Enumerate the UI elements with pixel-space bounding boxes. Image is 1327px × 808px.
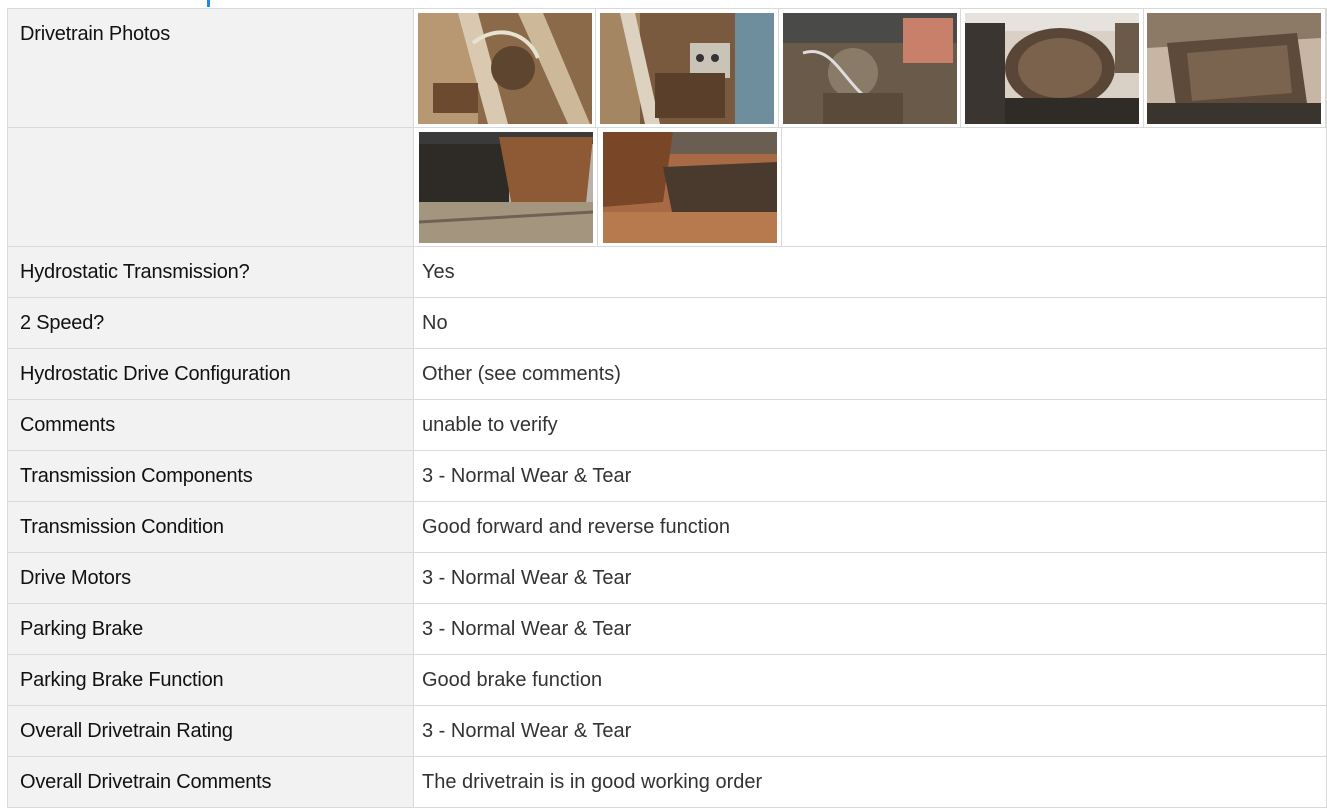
- photo-thumb-cell[interactable]: [596, 9, 779, 127]
- photo-thumb-cell[interactable]: [1144, 9, 1327, 127]
- drivetrain-table: Drivetrain Photos Hydrostatic Transmissi…: [7, 8, 1327, 808]
- row-value: 3 - Normal Wear & Tear: [413, 705, 1327, 757]
- table-row: Hydrostatic Drive Configuration Other (s…: [7, 348, 1327, 400]
- row-label: 2 Speed?: [7, 297, 414, 349]
- row-label: Transmission Components: [7, 450, 414, 502]
- drivetrain-photo-3[interactable]: [782, 12, 957, 124]
- photos-row-2: [7, 127, 1327, 247]
- row-label: Parking Brake: [7, 603, 414, 655]
- table-row: Drive Motors 3 - Normal Wear & Tear: [7, 552, 1327, 604]
- row-label: Overall Drivetrain Comments: [7, 756, 414, 808]
- row-value: 3 - Normal Wear & Tear: [413, 552, 1327, 604]
- photo-thumb-cell[interactable]: [414, 9, 597, 127]
- row-value: unable to verify: [413, 399, 1327, 451]
- row-value: Other (see comments): [413, 348, 1327, 400]
- photo-thumb-cell[interactable]: [598, 128, 782, 246]
- section-header-accent: [0, 0, 1327, 8]
- table-row: Overall Drivetrain Comments The drivetra…: [7, 756, 1327, 808]
- row-value: No: [413, 297, 1327, 349]
- table-row: Transmission Condition Good forward and …: [7, 501, 1327, 553]
- photos-row-spacer: [782, 128, 1326, 246]
- row-value: The drivetrain is in good working order: [413, 756, 1327, 808]
- drivetrain-photo-2[interactable]: [600, 12, 775, 124]
- row-value: Good forward and reverse function: [413, 501, 1327, 553]
- drivetrain-photo-7[interactable]: [602, 131, 777, 243]
- row-value: Good brake function: [413, 654, 1327, 706]
- photo-thumb-cell[interactable]: [414, 128, 598, 246]
- row-label: Transmission Condition: [7, 501, 414, 553]
- row-label: Drive Motors: [7, 552, 414, 604]
- row-value: Yes: [413, 246, 1327, 298]
- section-header-accent-bar: [207, 0, 210, 7]
- table-row: Parking Brake Function Good brake functi…: [7, 654, 1327, 706]
- row-label: Hydrostatic Drive Configuration: [7, 348, 414, 400]
- drivetrain-photo-1[interactable]: [417, 12, 592, 124]
- photos-label-empty: [7, 127, 414, 247]
- table-row: Overall Drivetrain Rating 3 - Normal Wea…: [7, 705, 1327, 757]
- table-row: Transmission Components 3 - Normal Wear …: [7, 450, 1327, 502]
- photos-cell-1: [413, 8, 1327, 128]
- photos-cell-2: [413, 127, 1327, 247]
- photo-thumb-cell[interactable]: [961, 9, 1144, 127]
- table-row: Parking Brake 3 - Normal Wear & Tear: [7, 603, 1327, 655]
- row-value: 3 - Normal Wear & Tear: [413, 450, 1327, 502]
- drivetrain-photo-6[interactable]: [418, 131, 593, 243]
- photos-row-1: Drivetrain Photos: [7, 8, 1327, 128]
- row-label: Comments: [7, 399, 414, 451]
- row-label: Hydrostatic Transmission?: [7, 246, 414, 298]
- table-row: 2 Speed? No: [7, 297, 1327, 349]
- drivetrain-photo-4[interactable]: [964, 12, 1139, 124]
- photo-thumb-cell[interactable]: [779, 9, 962, 127]
- table-row: Hydrostatic Transmission? Yes: [7, 246, 1327, 298]
- row-value: 3 - Normal Wear & Tear: [413, 603, 1327, 655]
- drivetrain-photo-5[interactable]: [1147, 12, 1322, 124]
- row-label: Overall Drivetrain Rating: [7, 705, 414, 757]
- table-row: Comments unable to verify: [7, 399, 1327, 451]
- row-label: Parking Brake Function: [7, 654, 414, 706]
- photos-label: Drivetrain Photos: [7, 8, 414, 128]
